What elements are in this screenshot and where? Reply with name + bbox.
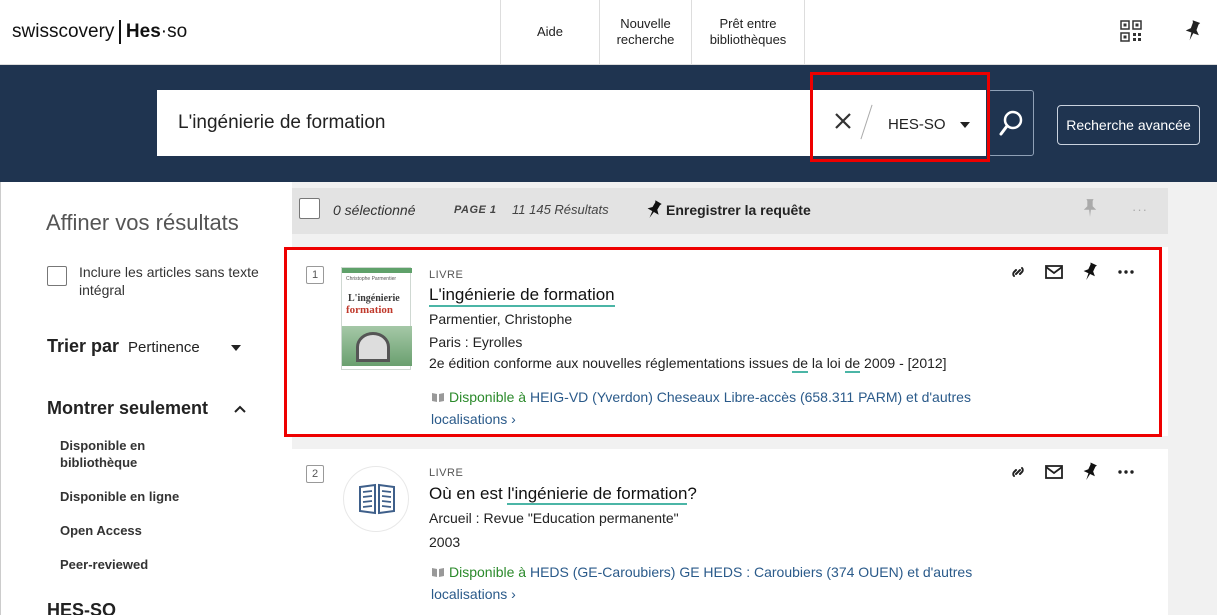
resource-type: LIVRE xyxy=(429,467,464,479)
logo-hes: Hes xyxy=(125,21,161,42)
search-icon xyxy=(999,110,1023,136)
sort-chevron-down-icon[interactable] xyxy=(231,345,241,351)
result-title-link[interactable]: Où en est l'ingénierie de formation? xyxy=(429,484,697,505)
logo[interactable]: swisscovery Hes · so xyxy=(12,20,187,44)
nav-loan-line1: Prêt entre xyxy=(719,16,777,31)
nav-new-search[interactable]: Nouvelle recherche xyxy=(600,0,692,64)
facet-available-online[interactable]: Disponible en ligne xyxy=(60,488,179,505)
pin-icon[interactable] xyxy=(645,200,663,220)
pin-icon[interactable] xyxy=(1072,460,1108,484)
nav-help[interactable]: Aide xyxy=(500,0,600,64)
facet-peer-reviewed[interactable]: Peer-reviewed xyxy=(60,556,148,573)
pin-icon[interactable] xyxy=(1184,20,1202,42)
include-fulltext-label[interactable]: Inclure les articles sans texte intégral xyxy=(79,263,284,299)
page-indicator: PAGE 1 xyxy=(454,204,497,216)
search-button[interactable] xyxy=(988,90,1034,156)
facet-group-hesso[interactable]: HES-SO xyxy=(47,600,116,615)
availability-status: Disponible à xyxy=(449,564,527,580)
selected-count: 0 sélectionné xyxy=(333,202,416,218)
title-text-2: ? xyxy=(687,484,697,503)
more-options-icon[interactable]: ··· xyxy=(1132,202,1148,217)
book-icon xyxy=(432,568,444,577)
nav-interlibrary-loan[interactable]: Prêt entre bibliothèques xyxy=(692,0,805,64)
result-publisher: Arcueil : Revue "Education permanente" xyxy=(429,510,679,526)
qr-code-icon[interactable] xyxy=(1120,20,1142,42)
logo-swisscovery: swisscovery xyxy=(12,21,115,42)
select-all-checkbox[interactable] xyxy=(299,198,320,219)
availability-line[interactable]: Disponible à HEDS (GE-Caroubiers) GE HED… xyxy=(431,561,1051,605)
nav-help-label: Aide xyxy=(536,24,564,39)
show-only-heading[interactable]: Montrer seulement xyxy=(47,398,208,419)
nav-new-search-line1: Nouvelle xyxy=(620,16,671,31)
annotation-highlight-result xyxy=(284,247,1162,437)
logo-so: so xyxy=(167,21,188,42)
annotation-highlight-scope xyxy=(810,72,990,162)
include-fulltext-checkbox[interactable] xyxy=(47,266,67,286)
facet-available-library[interactable]: Disponible en bibliothèque xyxy=(60,437,200,471)
sort-select[interactable]: Pertinence xyxy=(128,339,200,356)
save-query-button[interactable]: Enregistrer la requête xyxy=(666,202,811,218)
result-year: 2003 xyxy=(429,534,461,550)
title-text-1: Où en est xyxy=(429,484,508,503)
email-icon[interactable] xyxy=(1036,460,1072,484)
permalink-icon[interactable] xyxy=(1000,460,1036,484)
facet-open-access[interactable]: Open Access xyxy=(60,522,142,539)
nav-new-search-line2: recherche xyxy=(616,32,675,47)
refine-title: Affiner vos résultats xyxy=(46,210,239,235)
more-options-icon[interactable] xyxy=(1108,460,1144,484)
title-highlight: l'ingénierie de formation xyxy=(507,484,688,505)
sort-label: Trier par xyxy=(47,336,120,356)
book-type-icon xyxy=(343,466,409,532)
logo-separator xyxy=(119,20,121,44)
chevron-up-icon[interactable] xyxy=(234,404,246,414)
results-count: 11 145 Résultats xyxy=(512,202,609,217)
nav-loan-line2: bibliothèques xyxy=(709,32,787,47)
result-actions xyxy=(1000,460,1144,484)
search-query-text[interactable]: L'ingénierie de formation xyxy=(178,112,385,134)
chevron-right-icon[interactable]: › xyxy=(511,586,516,602)
result-number: 2 xyxy=(306,465,324,483)
pin-icon[interactable] xyxy=(1082,198,1098,218)
advanced-search-button[interactable]: Recherche avancée xyxy=(1057,105,1200,145)
